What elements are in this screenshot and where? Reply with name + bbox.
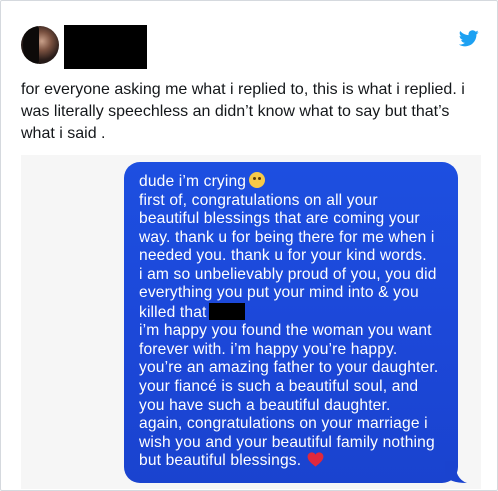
twitter-bird-icon[interactable]	[459, 30, 479, 47]
message-line: again, congratulations on your marriage …	[139, 415, 428, 433]
avatar-hair-shape	[23, 26, 39, 64]
message-line: i am so unbelievably proud of you, you d…	[139, 265, 437, 283]
message-text: dude i’m crying first of, congratulation…	[139, 172, 459, 471]
message-line: needed you. thank u for your kind words.	[139, 247, 427, 265]
message-line: you’re an amazing father to your daughte…	[139, 359, 439, 377]
message-line: beautiful blessings that are coming your	[139, 210, 420, 228]
avatar[interactable]	[21, 26, 59, 64]
tweet-card: for everyone asking me what i replied to…	[0, 0, 498, 491]
redacted-username-block	[64, 25, 147, 69]
message-line: killed that	[139, 302, 459, 323]
message-line: wish you and your beautiful family nothi…	[139, 433, 435, 451]
message-line: forever with. i’m happy you’re happy.	[139, 340, 398, 358]
redacted-word-block	[208, 302, 245, 320]
tweet-text-line: for everyone asking me what i replied to…	[21, 81, 465, 98]
red-heart-emoji-icon	[307, 452, 324, 467]
message-line: first of, congratulations on all your	[139, 191, 378, 209]
message-line-text: dude i’m crying	[139, 173, 247, 190]
message-line-text: but beautiful blessings.	[139, 452, 302, 470]
message-line: but beautiful blessings.	[139, 452, 459, 471]
message-line: everything you put your mind into & you	[139, 284, 419, 302]
message-line: way. thank u for being there for me when…	[139, 228, 435, 246]
crying-face-emoji-icon	[249, 172, 266, 188]
tweet-text: for everyone asking me what i replied to…	[21, 79, 481, 145]
message-line: your fiancé is such a beautiful soul, an…	[139, 378, 419, 396]
attached-screenshot-image[interactable]: dude i’m crying first of, congratulation…	[21, 155, 481, 489]
message-line-text: killed that	[139, 303, 207, 321]
message-line: dude i’m crying	[139, 172, 459, 192]
message-line: i’m happy you found the woman you want	[139, 322, 432, 340]
tweet-text-line: what i said .	[21, 125, 106, 142]
message-line: you have such a beautiful daughter.	[139, 396, 391, 414]
tweet-text-line: was literally speechless an didn’t know …	[21, 103, 450, 120]
